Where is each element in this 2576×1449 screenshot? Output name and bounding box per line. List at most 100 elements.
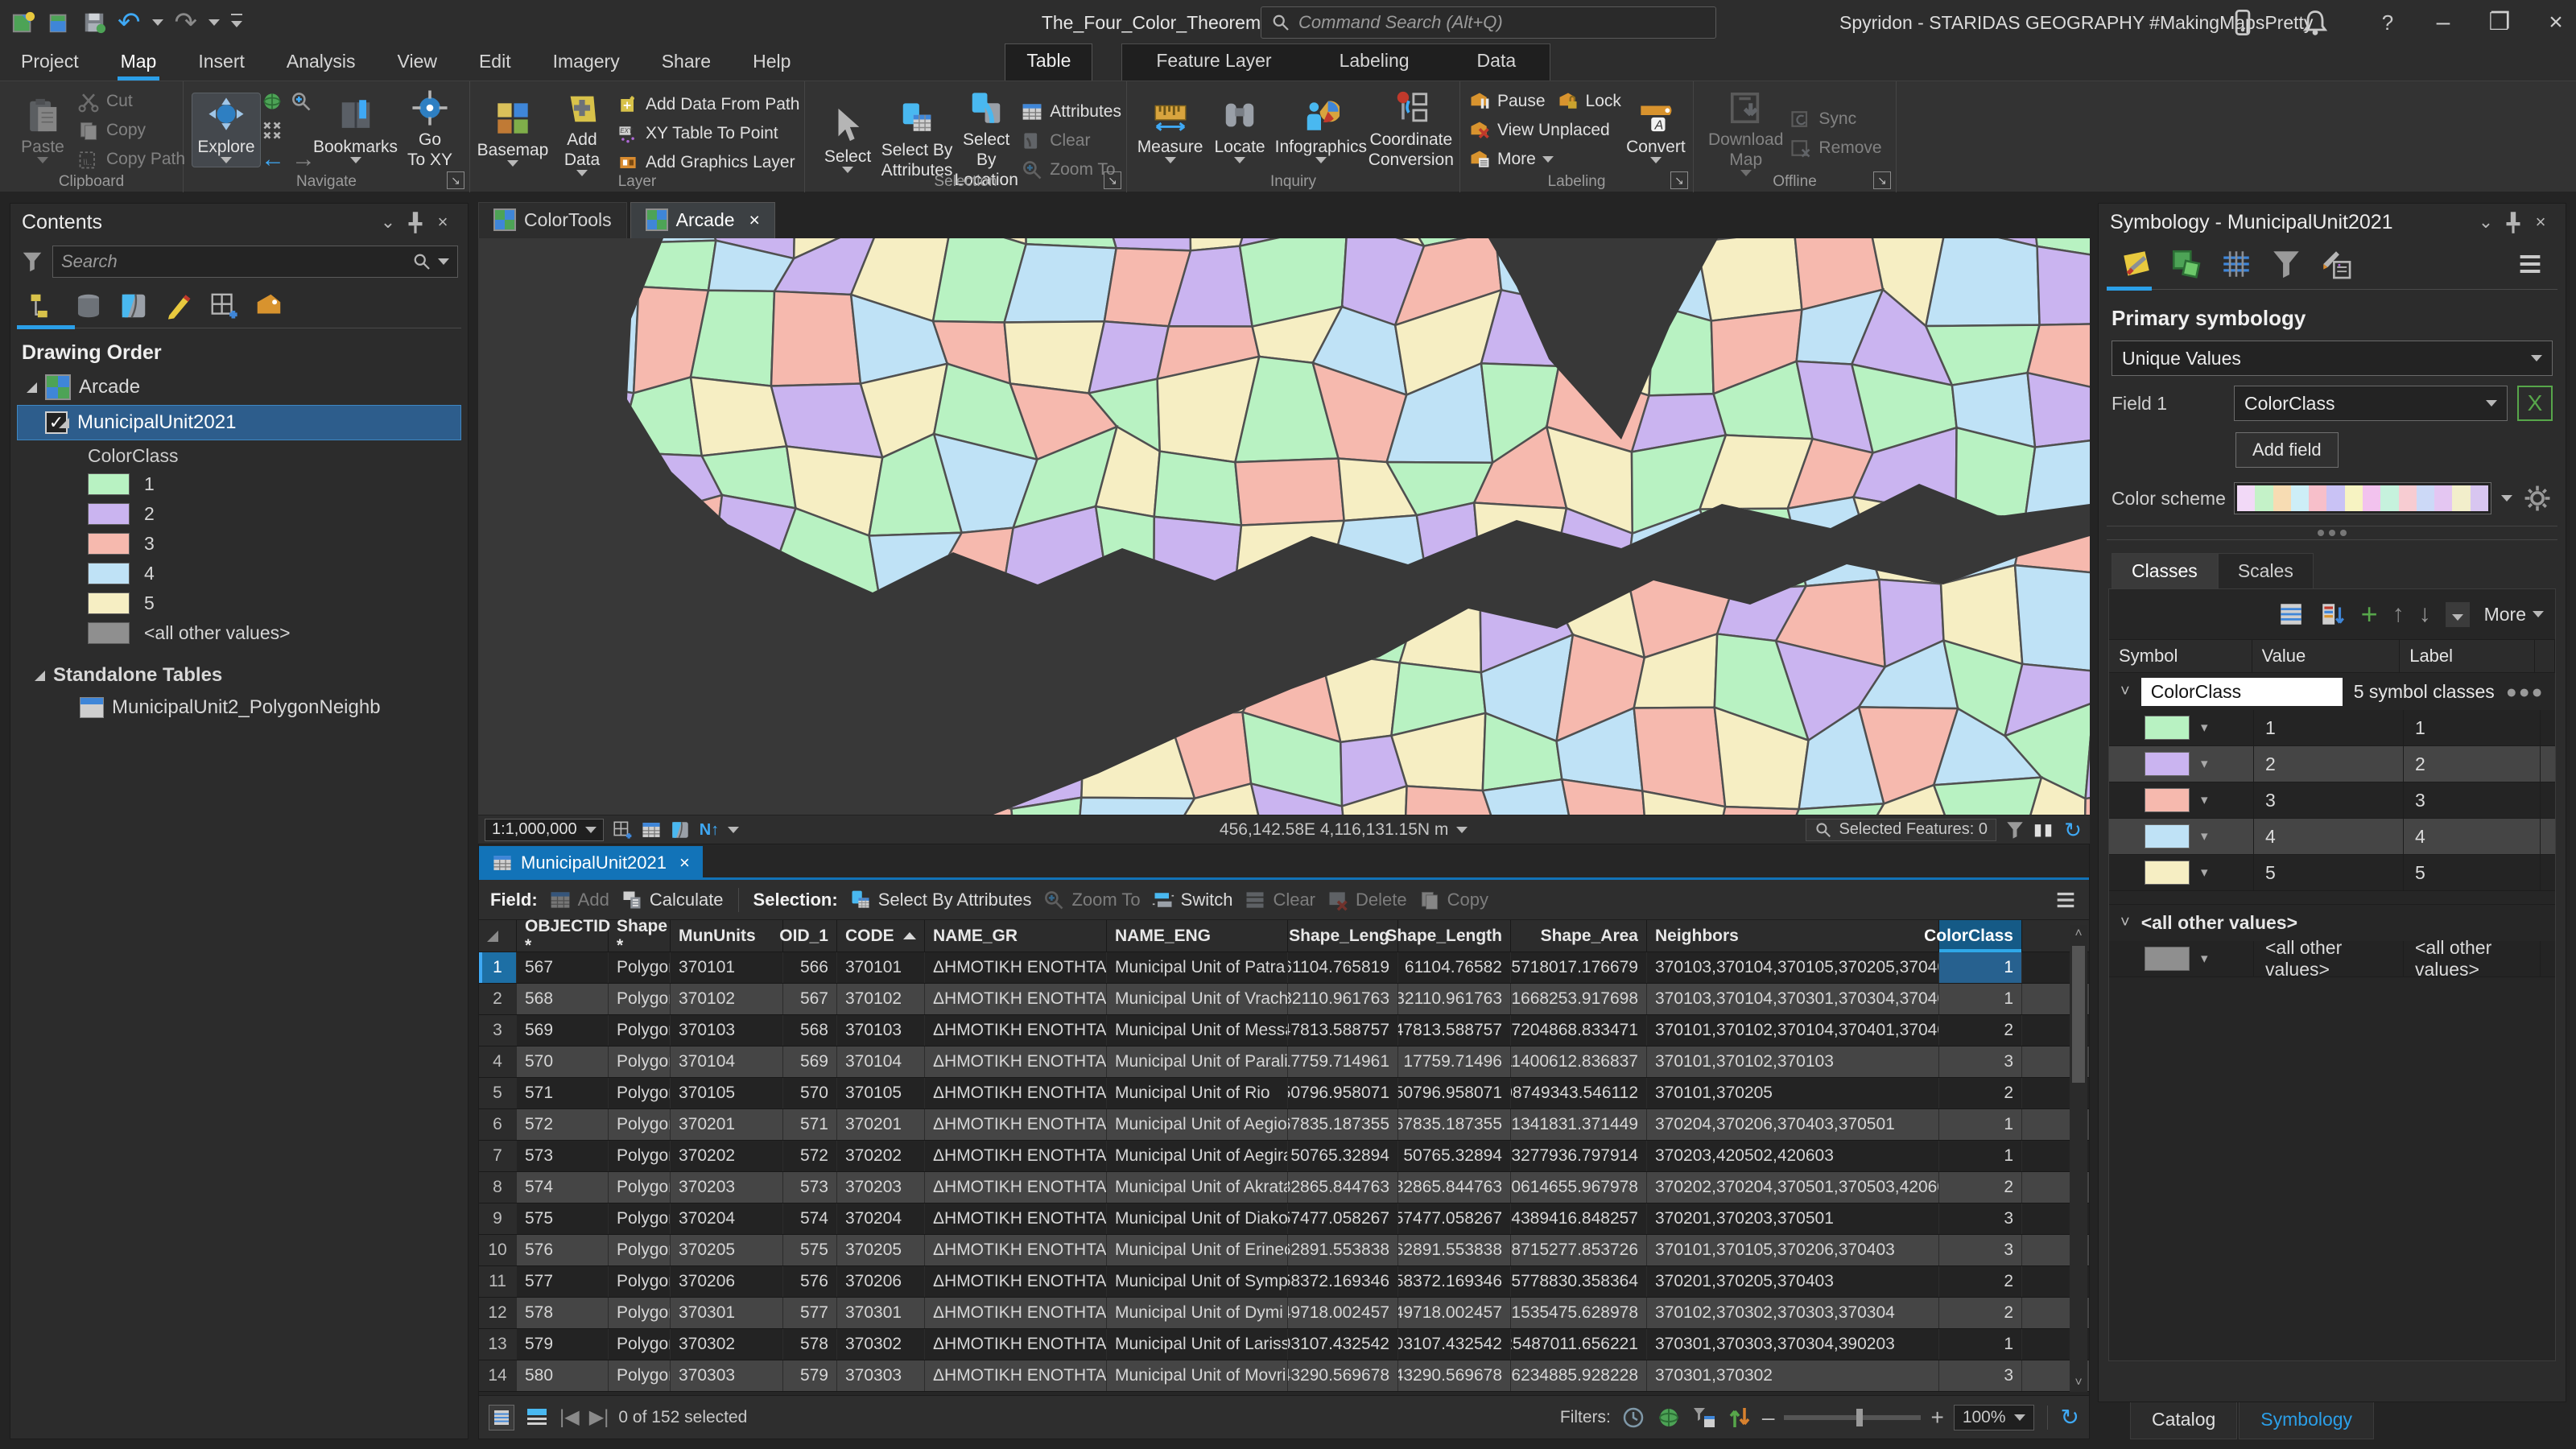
cell[interactable]: 58372.169346 — [1288, 1266, 1398, 1297]
cell[interactable]: 1 — [1939, 1109, 2022, 1140]
cell[interactable]: 67835.187355 — [1398, 1109, 1511, 1140]
switch-selection-button[interactable]: Switch — [1152, 889, 1233, 911]
xy-table-to-point-button[interactable]: EXYXY Table To Point — [617, 120, 799, 147]
table-row[interactable]: 13579Polygon370302578370302ΔΗΜΟΤΙΚΗ ΕΝΟΤ… — [479, 1329, 2089, 1360]
row-number[interactable]: 5 — [479, 1078, 517, 1108]
refresh-icon[interactable]: ↻ — [2061, 1404, 2079, 1430]
table-row[interactable]: 6572Polygon370201571370201ΔΗΜΟΤΙΚΗ ΕΝΟΤΗ… — [479, 1109, 2089, 1141]
expander-icon[interactable] — [59, 418, 69, 428]
cell[interactable]: 370103,370104,370301,370304,370401 — [1647, 984, 1939, 1014]
row-number[interactable]: 11 — [479, 1266, 517, 1297]
cell[interactable]: Municipal Unit of Akrata — [1107, 1172, 1288, 1203]
bookmarks-button[interactable]: Bookmarks — [316, 93, 395, 167]
cell[interactable]: ΔΗΜΟΤΙΚΗ ΕΝΟΤΗΤΑ... — [925, 1172, 1107, 1203]
table-row[interactable]: 11577Polygon370206576370206ΔΗΜΟΤΙΚΗ ΕΝΟΤ… — [479, 1266, 2089, 1298]
row-number[interactable]: 6 — [479, 1109, 517, 1140]
swatch-dropdown-icon[interactable]: ▾ — [2201, 792, 2208, 808]
cell[interactable]: ΔΗΜΟΤΙΚΗ ΕΝΟΤΗΤΑ... — [925, 952, 1107, 983]
ribbon-tab-share[interactable]: Share — [641, 46, 732, 80]
cell[interactable]: 370204 — [671, 1203, 783, 1234]
class-value[interactable]: 2 — [2254, 746, 2404, 782]
add-field-button[interactable]: Add field — [2235, 432, 2339, 468]
cell[interactable]: 576 — [783, 1266, 837, 1297]
cell[interactable]: 62891.553838 — [1288, 1235, 1398, 1265]
cell[interactable]: 32110.961763 — [1398, 984, 1511, 1014]
help-icon[interactable]: ? — [2373, 8, 2402, 37]
list-by-drawing-order-icon[interactable] — [28, 291, 59, 321]
last-record-icon[interactable]: ▶| — [589, 1406, 609, 1429]
range-filter-icon[interactable] — [1656, 1405, 1682, 1430]
cell[interactable]: 567 — [783, 984, 837, 1014]
cell[interactable]: 108749343.546112 — [1511, 1078, 1647, 1108]
legend-item[interactable]: 4 — [10, 559, 468, 588]
cell[interactable]: Municipal Unit of Patra — [1107, 952, 1288, 983]
table-row[interactable]: 1567Polygon370101566370101ΔΗΜΟΤΙΚΗ ΕΝΟΤΗ… — [479, 952, 2089, 984]
cell[interactable]: 370203,420502,420603 — [1647, 1141, 1939, 1171]
cell[interactable]: ΔΗΜΟΤΙΚΗ ΕΝΟΤΗΤΑ... — [925, 1360, 1107, 1391]
panel-splitter[interactable] — [2107, 526, 2557, 540]
cell[interactable]: 370206 — [837, 1266, 925, 1297]
column-header-neighbors[interactable]: Neighbors — [1647, 920, 1939, 952]
tree-item-standalone-table[interactable]: MunicipalUnit2_PolygonNeighb — [10, 691, 468, 724]
cell[interactable]: 17759.714961 — [1288, 1046, 1398, 1077]
cell[interactable]: 125718017.176679 — [1511, 952, 1647, 983]
expander-icon[interactable] — [35, 671, 45, 681]
view-unplaced-button[interactable]: View Unplaced — [1468, 117, 1621, 144]
column-header-shape-leng[interactable]: Shape_Leng — [1288, 920, 1398, 952]
zoom-slider[interactable] — [1784, 1415, 1921, 1420]
open-project-icon[interactable] — [47, 10, 71, 35]
cell[interactable]: 370102,370302,370303,370304 — [1647, 1298, 1939, 1328]
new-project-icon[interactable] — [11, 10, 35, 35]
cell[interactable]: 569 — [517, 1015, 609, 1046]
legend-item[interactable]: 3 — [10, 529, 468, 559]
cell[interactable]: 62891.553838 — [1398, 1235, 1511, 1265]
download-map-button[interactable]: Download Map — [1702, 86, 1790, 180]
cell[interactable]: 370204,370206,370403,370501 — [1647, 1109, 1939, 1140]
cell[interactable]: 370101,370102,370104,370401,370403 — [1647, 1015, 1939, 1046]
class-value[interactable]: 5 — [2254, 855, 2404, 890]
cell[interactable]: 370202,370204,370501,370503,420603 — [1647, 1172, 1939, 1203]
class-label[interactable]: 1 — [2404, 710, 2541, 745]
bottom-tab-catalog[interactable]: Catalog — [2130, 1402, 2237, 1439]
zoom-selection-icon[interactable] — [290, 90, 312, 113]
cell[interactable]: Municipal Unit of Aegira — [1107, 1141, 1288, 1171]
cell[interactable]: 370203 — [837, 1172, 925, 1203]
cell[interactable]: 3 — [1939, 1046, 2022, 1077]
symbology-options-icon[interactable] — [2516, 250, 2545, 279]
cell[interactable]: 570 — [783, 1078, 837, 1108]
cell[interactable]: 370101 — [671, 952, 783, 983]
row-number[interactable]: 14 — [479, 1360, 517, 1391]
cell[interactable]: 568 — [517, 984, 609, 1014]
cell[interactable]: 566 — [783, 952, 837, 983]
cell[interactable]: ΔΗΜΟΤΙΚΗ ΕΝΟΤΗΤΑ... — [925, 1078, 1107, 1108]
column-header-oid-1[interactable]: OID_1 — [783, 920, 837, 952]
tab-classes[interactable]: Classes — [2112, 553, 2218, 588]
copy-rows-button[interactable]: Copy — [1418, 889, 1488, 911]
column-header-name-gr[interactable]: NAME_GR — [925, 920, 1107, 952]
legend-item[interactable]: 1 — [10, 469, 468, 499]
cell[interactable]: 2 — [1939, 1172, 2022, 1203]
cell[interactable]: ΔΗΜΟΤΙΚΗ ΕΝΟΤΗΤΑ... — [925, 1046, 1107, 1077]
remove-button[interactable]: Remove — [1790, 134, 1881, 162]
cell[interactable]: 573 — [517, 1141, 609, 1171]
explore-button[interactable]: Explore — [192, 93, 261, 167]
contents-close-icon[interactable]: × — [429, 208, 456, 236]
tab-scales[interactable]: Scales — [2218, 553, 2314, 588]
cell[interactable]: Polygon — [609, 1015, 671, 1046]
scroll-up-icon[interactable]: ˄ — [2070, 927, 2087, 941]
cell[interactable]: 50796.958071 — [1398, 1078, 1511, 1108]
restore-button[interactable]: ❐ — [2471, 0, 2528, 45]
swatch-dropdown-icon[interactable]: ▾ — [2201, 756, 2208, 772]
ribbon-tab-help[interactable]: Help — [732, 46, 811, 80]
cell[interactable]: ΔΗΜΟΤΙΚΗ ΕΝΟΤΗΤΑ... — [925, 1141, 1107, 1171]
cell[interactable]: 31668253.917698 — [1511, 984, 1647, 1014]
notifications-icon[interactable] — [2301, 8, 2330, 37]
symbol-class-row[interactable]: ▾44 — [2109, 819, 2555, 855]
cell[interactable]: Municipal Unit of Vrach... — [1107, 984, 1288, 1014]
row-number[interactable]: 2 — [479, 984, 517, 1014]
more-labeling-button[interactable]: More — [1468, 146, 1621, 173]
set-expression-icon[interactable]: Χ — [2517, 386, 2553, 421]
cell[interactable]: 570 — [517, 1046, 609, 1077]
cell[interactable]: Municipal Unit of Symp... — [1107, 1266, 1288, 1297]
cell[interactable]: 370103 — [837, 1015, 925, 1046]
